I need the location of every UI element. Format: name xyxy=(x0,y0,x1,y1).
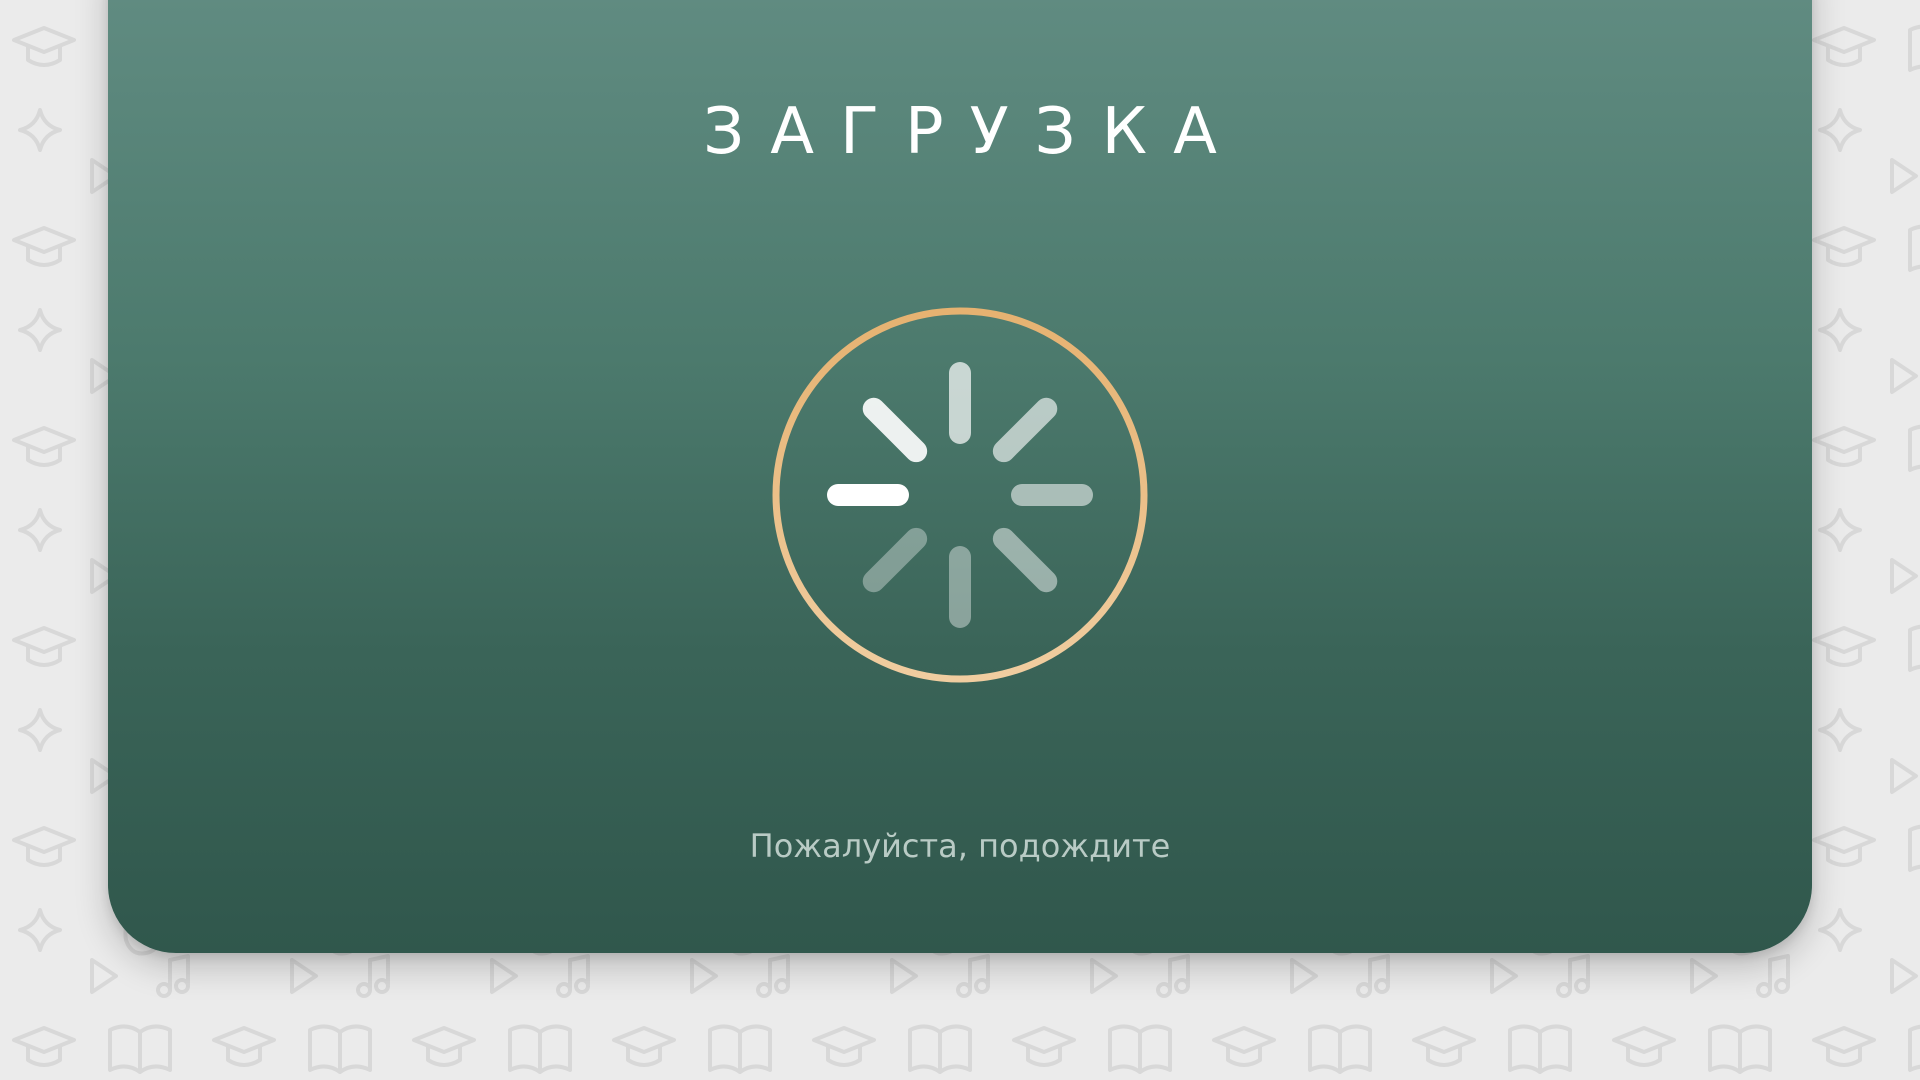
spinner-spoke xyxy=(862,397,928,463)
loading-subtitle: Пожалуйста, подождите xyxy=(749,827,1171,865)
spinner-spoke xyxy=(992,527,1058,593)
loading-title: ЗАГРУЗКА xyxy=(703,95,1243,169)
spinner-spokes xyxy=(827,362,1093,628)
loading-spinner xyxy=(772,307,1148,683)
spinner-spoke xyxy=(862,527,928,593)
spinner-spoke xyxy=(992,397,1058,463)
